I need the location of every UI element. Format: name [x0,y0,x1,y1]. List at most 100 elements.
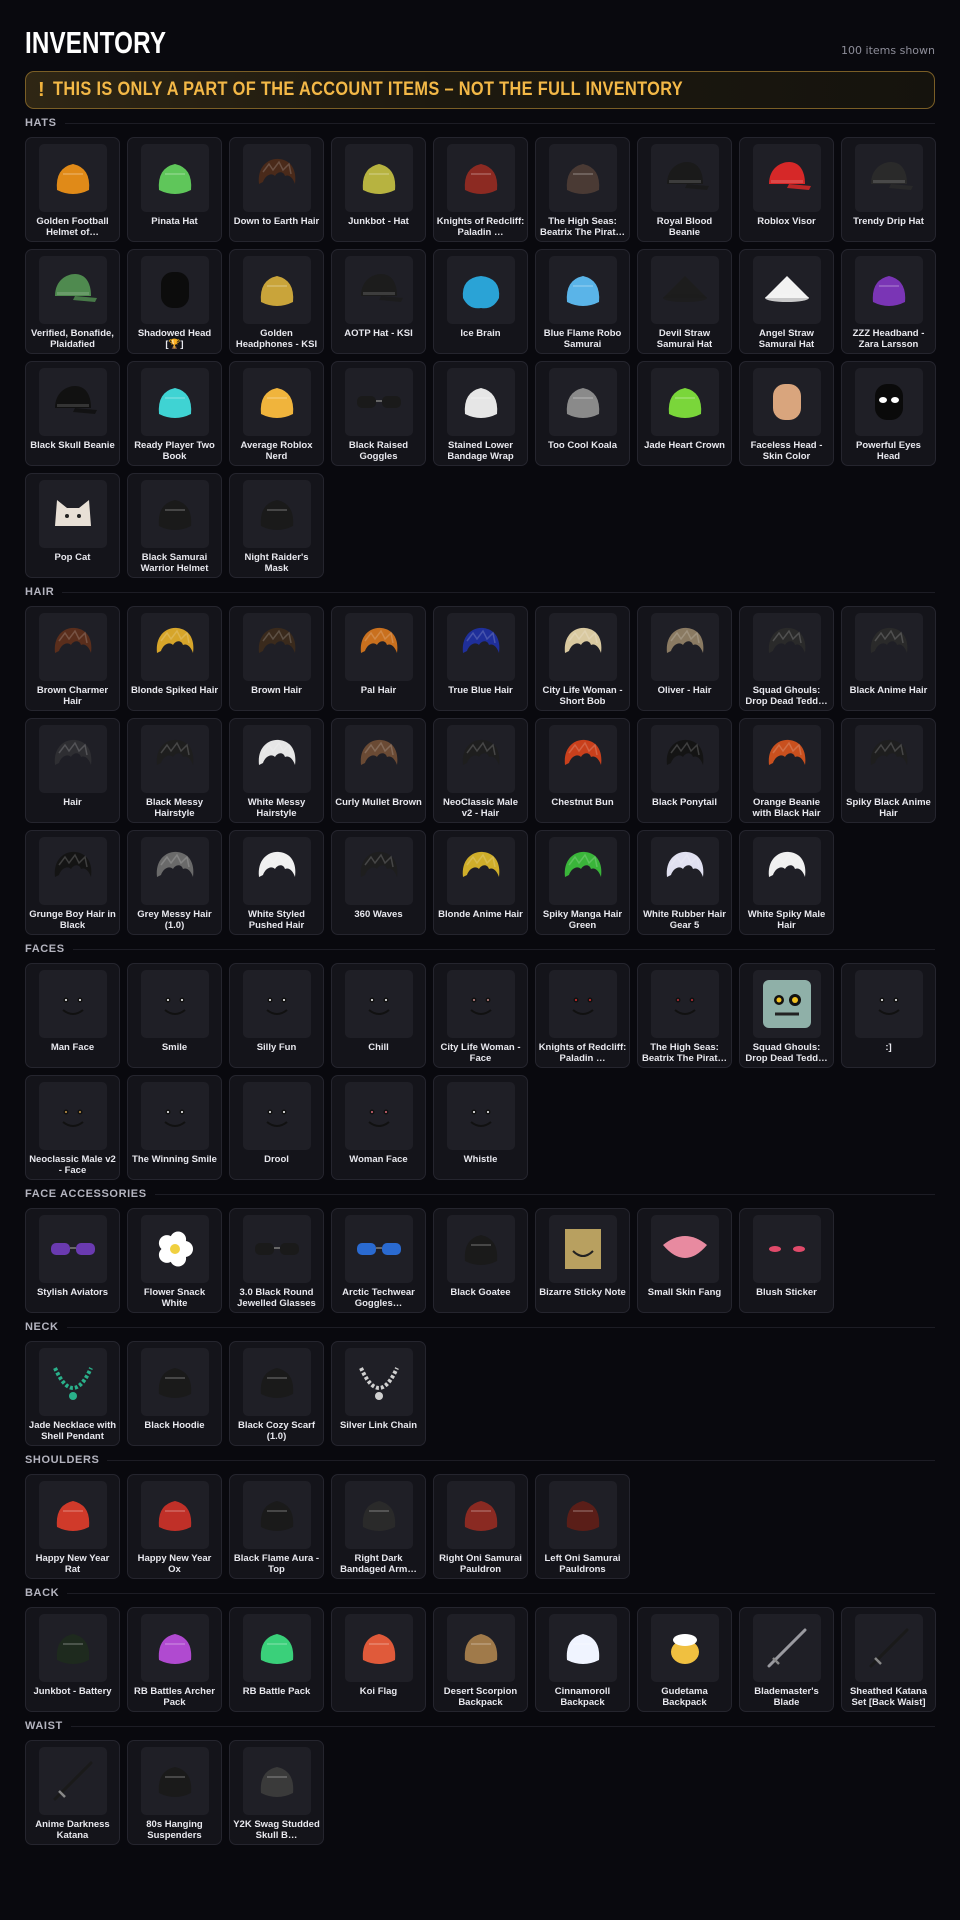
item-card[interactable]: Oliver - Hair [637,606,732,711]
item-card[interactable]: Jade Necklace with Shell Pendant [25,1341,120,1446]
item-card[interactable]: Black Hoodie [127,1341,222,1446]
item-card[interactable]: Black Samurai Warrior Helmet [127,473,222,578]
item-card[interactable]: Knights of Redcliff: Paladin … [535,963,630,1068]
item-card[interactable]: Jade Heart Crown [637,361,732,466]
item-card[interactable]: Trendy Drip Hat [841,137,936,242]
item-card[interactable]: Whistle [433,1075,528,1180]
item-card[interactable]: Brown Hair [229,606,324,711]
item-card[interactable]: Flower Snack White [127,1208,222,1313]
item-card[interactable]: The High Seas: Beatrix The Pirat… [637,963,732,1068]
item-card[interactable]: Stylish Aviators [25,1208,120,1313]
item-card[interactable]: Black Skull Beanie [25,361,120,466]
item-card[interactable]: :] [841,963,936,1068]
item-card[interactable]: Blonde Spiked Hair [127,606,222,711]
item-card[interactable]: The High Seas: Beatrix The Pirat… [535,137,630,242]
item-card[interactable]: 3.0 Black Round Jewelled Glasses [229,1208,324,1313]
item-card[interactable]: Y2K Swag Studded Skull B… [229,1740,324,1845]
item-card[interactable]: Spiky Black Anime Hair [841,718,936,823]
item-card[interactable]: Ice Brain [433,249,528,354]
item-card[interactable]: White Spiky Male Hair [739,830,834,935]
item-card[interactable]: 80s Hanging Suspenders [127,1740,222,1845]
item-card[interactable]: True Blue Hair [433,606,528,711]
item-card[interactable]: ZZZ Headband - Zara Larsson [841,249,936,354]
item-card[interactable]: Desert Scorpion Backpack [433,1607,528,1712]
item-card[interactable]: City Life Woman - Face [433,963,528,1068]
item-card[interactable]: Pal Hair [331,606,426,711]
item-card[interactable]: Black Flame Aura - Top [229,1474,324,1579]
item-card[interactable]: Average Roblox Nerd [229,361,324,466]
item-card[interactable]: Man Face [25,963,120,1068]
item-card[interactable]: Hair [25,718,120,823]
item-card[interactable]: 360 Waves [331,830,426,935]
item-card[interactable]: Squad Ghouls: Drop Dead Tedd… [739,606,834,711]
item-card[interactable]: Brown Charmer Hair [25,606,120,711]
item-card[interactable]: AOTP Hat - KSI [331,249,426,354]
item-card[interactable]: Happy New Year Ox [127,1474,222,1579]
item-card[interactable]: Junkbot - Hat [331,137,426,242]
item-card[interactable]: Spiky Manga Hair Green [535,830,630,935]
item-card[interactable]: Cinnamoroll Backpack [535,1607,630,1712]
item-card[interactable]: Knights of Redcliff: Paladin … [433,137,528,242]
item-card[interactable]: Black Goatee [433,1208,528,1313]
item-card[interactable]: Golden Football Helmet of… [25,137,120,242]
item-card[interactable]: Silver Link Chain [331,1341,426,1446]
item-card[interactable]: White Rubber Hair Gear 5 [637,830,732,935]
item-card[interactable]: Devil Straw Samurai Hat [637,249,732,354]
item-card[interactable]: Grunge Boy Hair in Black [25,830,120,935]
item-card[interactable]: Left Oni Samurai Pauldrons [535,1474,630,1579]
item-card[interactable]: Verified, Bonafide, Plaidafied [25,249,120,354]
item-card[interactable]: Black Ponytail [637,718,732,823]
item-card[interactable]: Right Dark Bandaged Arm… [331,1474,426,1579]
item-card[interactable]: Right Oni Samurai Pauldron [433,1474,528,1579]
item-card[interactable]: Golden Headphones - KSI [229,249,324,354]
item-card[interactable]: Night Raider's Mask [229,473,324,578]
item-card[interactable]: Shadowed Head [🏆] [127,249,222,354]
item-card[interactable]: White Messy Hairstyle [229,718,324,823]
item-card[interactable]: City Life Woman - Short Bob [535,606,630,711]
item-card[interactable]: Small Skin Fang [637,1208,732,1313]
item-card[interactable]: Blademaster's Blade [739,1607,834,1712]
item-card[interactable]: RB Battles Archer Pack [127,1607,222,1712]
item-card[interactable]: Squad Ghouls: Drop Dead Tedd… [739,963,834,1068]
item-card[interactable]: Powerful Eyes Head [841,361,936,466]
item-card[interactable]: Down to Earth Hair [229,137,324,242]
item-card[interactable]: Sheathed Katana Set [Back Waist] [841,1607,936,1712]
item-card[interactable]: Smile [127,963,222,1068]
item-card[interactable]: Royal Blood Beanie [637,137,732,242]
item-card[interactable]: Grey Messy Hair (1.0) [127,830,222,935]
item-card[interactable]: Blue Flame Robo Samurai [535,249,630,354]
item-card[interactable]: Pinata Hat [127,137,222,242]
item-card[interactable]: Chestnut Bun [535,718,630,823]
item-card[interactable]: Junkbot - Battery [25,1607,120,1712]
item-card[interactable]: The Winning Smile [127,1075,222,1180]
item-card[interactable]: Black Anime Hair [841,606,936,711]
item-card[interactable]: Drool [229,1075,324,1180]
item-card[interactable]: Black Raised Goggles [331,361,426,466]
item-card[interactable]: Silly Fun [229,963,324,1068]
item-card[interactable]: Too Cool Koala [535,361,630,466]
item-card[interactable]: Anime Darkness Katana [25,1740,120,1845]
item-card[interactable]: Pop Cat [25,473,120,578]
item-card[interactable]: Curly Mullet Brown [331,718,426,823]
item-card[interactable]: Chill [331,963,426,1068]
item-card[interactable]: Ready Player Two Book [127,361,222,466]
item-card[interactable]: Koi Flag [331,1607,426,1712]
item-card[interactable]: Blush Sticker [739,1208,834,1313]
item-card[interactable]: RB Battle Pack [229,1607,324,1712]
item-card[interactable]: Bizarre Sticky Note [535,1208,630,1313]
item-card[interactable]: Black Messy Hairstyle [127,718,222,823]
item-card[interactable]: Blonde Anime Hair [433,830,528,935]
item-card[interactable]: Roblox Visor [739,137,834,242]
item-card[interactable]: Happy New Year Rat [25,1474,120,1579]
item-card[interactable]: Neoclassic Male v2 - Face [25,1075,120,1180]
item-card[interactable]: NeoClassic Male v2 - Hair [433,718,528,823]
item-card[interactable]: Woman Face [331,1075,426,1180]
item-card[interactable]: Stained Lower Bandage Wrap [433,361,528,466]
item-card[interactable]: Faceless Head - Skin Color [739,361,834,466]
item-card[interactable]: Black Cozy Scarf (1.0) [229,1341,324,1446]
item-card[interactable]: Angel Straw Samurai Hat [739,249,834,354]
item-card[interactable]: White Styled Pushed Hair [229,830,324,935]
item-card[interactable]: Gudetama Backpack [637,1607,732,1712]
item-card[interactable]: Orange Beanie with Black Hair [739,718,834,823]
item-card[interactable]: Arctic Techwear Goggles… [331,1208,426,1313]
